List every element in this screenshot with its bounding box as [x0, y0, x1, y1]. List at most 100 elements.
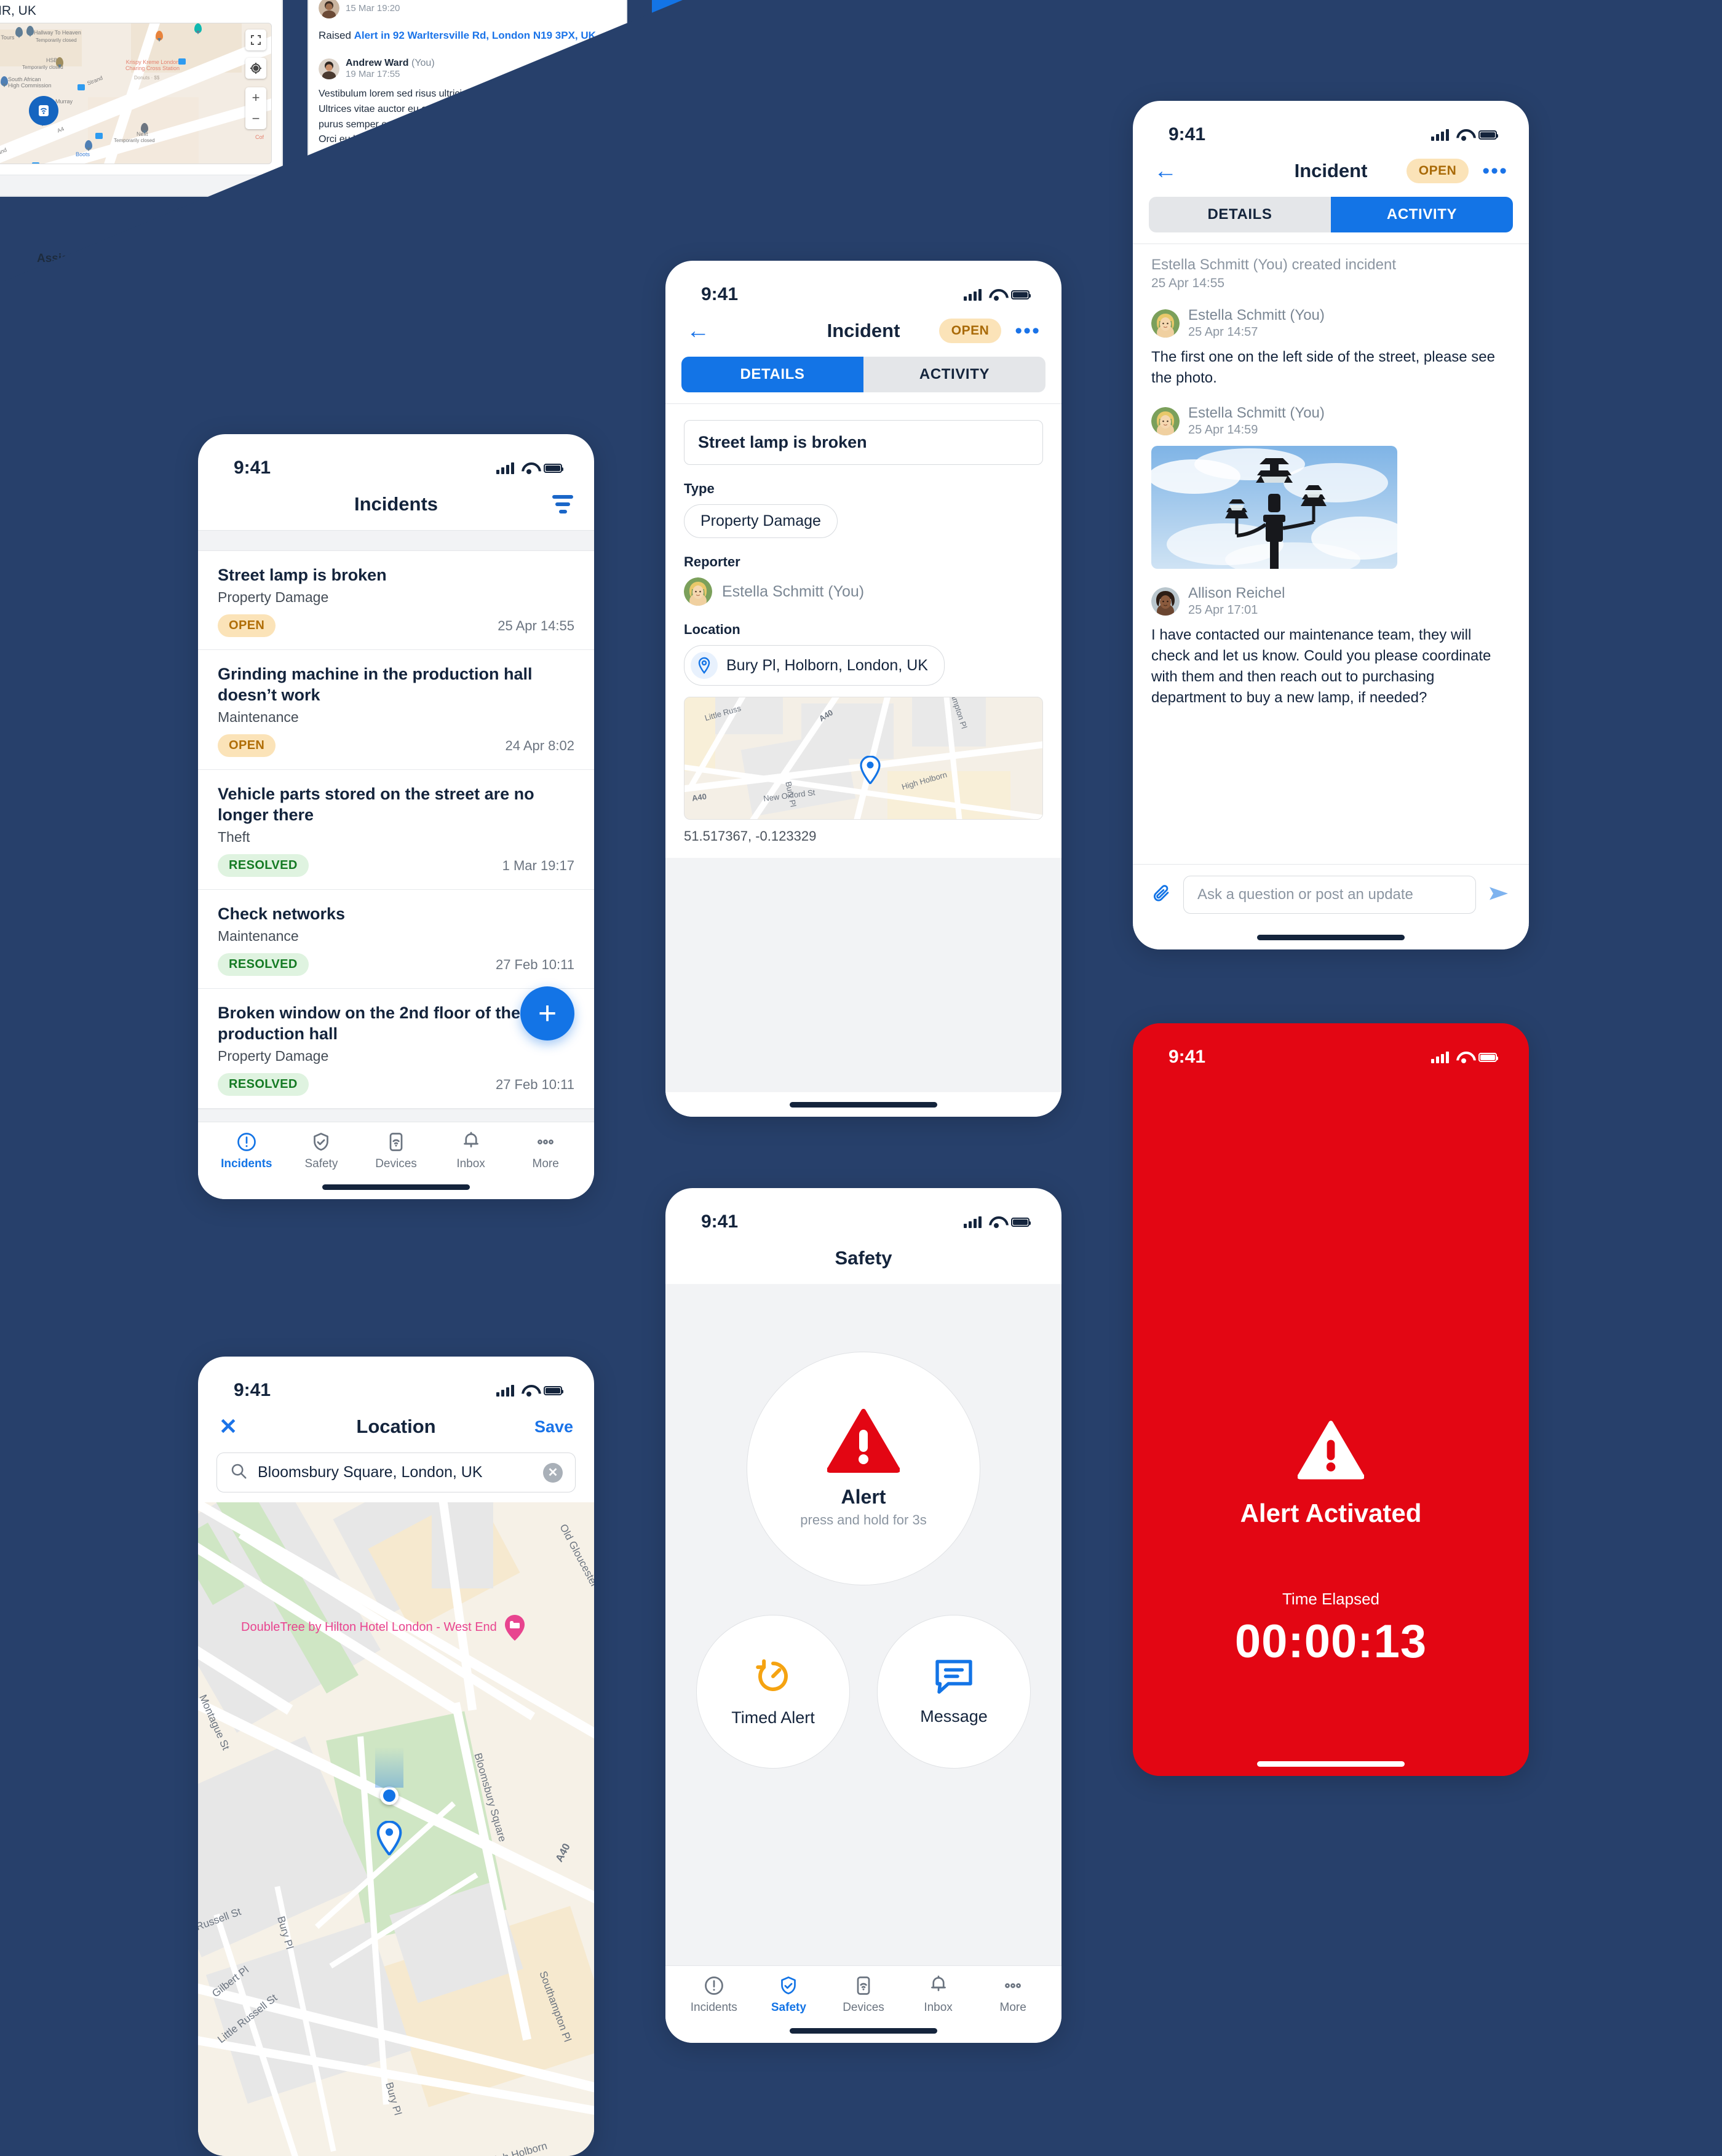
status-time: 9:41	[701, 1211, 739, 1232]
tab-incidents[interactable]: Incidents	[676, 1975, 752, 2015]
reporter-row: Estella Schmitt (You)	[684, 577, 1043, 606]
list-item[interactable]: Grinding machine in the production hall …	[198, 650, 594, 771]
clear-icon[interactable]: ✕	[543, 1462, 563, 1483]
tab-devices[interactable]: Devices	[826, 1975, 901, 2015]
navigation-bar: ✕ Location Save	[198, 1409, 594, 1453]
elapsed-label: Time Elapsed	[1282, 1590, 1379, 1608]
page-title: Incidents	[354, 493, 438, 515]
activity-author: Estella Schmitt (You)	[1188, 307, 1325, 323]
close-icon[interactable]: ✕	[219, 1416, 237, 1438]
hotel-map-pin	[504, 1614, 525, 1641]
detail-empty-area	[665, 858, 1061, 1092]
map-zoom-controls[interactable]: + −	[245, 87, 266, 129]
tab-details[interactable]: DETAILS	[1149, 197, 1331, 232]
poi-label: Boots	[76, 151, 90, 157]
filter-icon[interactable]	[552, 495, 573, 513]
map-poi-label: DoubleTree by Hilton Hotel London - West…	[241, 1620, 497, 1634]
list-item[interactable]: Vehicle parts stored on the street are n…	[198, 770, 594, 890]
paperclip-icon[interactable]	[1151, 883, 1172, 907]
activity-time: 25 Apr 17:01	[1188, 603, 1258, 617]
incident-date: 27 Feb 10:11	[495, 1076, 574, 1092]
incident-title: Check networks	[218, 905, 346, 924]
tab-more[interactable]: More	[975, 1975, 1050, 2015]
cellular-signal-icon	[1431, 1051, 1449, 1063]
status-bar: 9:41	[1133, 1023, 1529, 1076]
location-map[interactable]: DoubleTree by Hilton Hotel London - West…	[198, 1502, 594, 2156]
timed-alert-button[interactable]: Timed Alert	[696, 1615, 850, 1769]
map-zoom-in-button[interactable]: +	[245, 87, 266, 108]
device-map-pin[interactable]	[29, 96, 58, 125]
fragment-minimap[interactable]: rit Movie Tours Hallway To Heaven Tempor…	[0, 23, 272, 164]
tab-incidents[interactable]: Incidents	[209, 1131, 284, 1171]
more-dots-icon[interactable]: •••	[1015, 320, 1041, 341]
comment-composer: Ask a question or post an update	[1133, 864, 1529, 925]
list-item[interactable]: Street lamp is broken Property Damage OP…	[198, 551, 594, 651]
activity-feed[interactable]: Estella Schmitt (You) created incident 2…	[1133, 244, 1529, 864]
location-map-thumbnail[interactable]: Little Russ A40 A40 Bury Pl New Oxford S…	[684, 697, 1043, 820]
tab-safety[interactable]: Safety	[284, 1131, 359, 1171]
status-badge[interactable]: OPEN	[1406, 159, 1469, 183]
system-event-time: 25 Apr 14:55	[1151, 276, 1225, 290]
home-indicator	[1133, 925, 1529, 949]
phone-safety: 9:41 Safety Alert press and hold for 3s	[665, 1188, 1061, 2043]
wifi-icon	[1456, 1052, 1471, 1063]
save-button[interactable]: Save	[534, 1417, 573, 1437]
send-icon[interactable]	[1487, 884, 1510, 906]
avatar	[684, 577, 712, 606]
navigation-bar: ← Incident OPEN •••	[1133, 154, 1529, 197]
thread-entry-time: 19 Mar 17:55	[346, 69, 400, 79]
add-incident-button[interactable]: +	[520, 986, 574, 1040]
phone-incidents-list: 9:41 Incidents Street lamp is broken Pro…	[198, 434, 594, 1199]
wifi-icon	[989, 289, 1004, 301]
tab-activity[interactable]: ACTIVITY	[1331, 197, 1513, 232]
location-heading-cone	[375, 1747, 403, 1788]
selected-location-pin[interactable]	[376, 1820, 402, 1858]
type-value[interactable]: Property Damage	[684, 504, 838, 538]
cellular-signal-icon	[964, 288, 982, 301]
location-search-bar[interactable]: Bloomsbury Square, London, UK ✕	[216, 1453, 576, 1492]
message-button[interactable]: Message	[877, 1615, 1031, 1769]
location-value-chip[interactable]: Bury Pl, Holborn, London, UK	[684, 645, 945, 686]
detail-tabs[interactable]: DETAILS ACTIVITY	[681, 357, 1046, 392]
activity-time: 25 Apr 14:59	[1188, 423, 1258, 437]
tab-devices[interactable]: Devices	[359, 1131, 434, 1171]
map-locate-icon[interactable]	[245, 58, 266, 79]
incidents-list[interactable]: Street lamp is broken Property Damage OP…	[198, 530, 594, 1122]
tab-activity[interactable]: ACTIVITY	[863, 357, 1046, 392]
status-badge: RESOLVED	[218, 854, 309, 878]
poi-label: Donuts · $$	[134, 75, 160, 81]
alert-button[interactable]: Alert press and hold for 3s	[747, 1352, 980, 1585]
cellular-signal-icon	[496, 462, 514, 474]
current-location-dot	[380, 1786, 399, 1805]
detail-tabs[interactable]: DETAILS ACTIVITY	[1149, 197, 1513, 232]
search-input[interactable]: Bloomsbury Square, London, UK	[258, 1464, 533, 1481]
tab-safety[interactable]: Safety	[752, 1975, 827, 2015]
status-bar: 9:41	[198, 1357, 594, 1409]
list-item[interactable]: Check networks Maintenance RESOLVED 27 F…	[198, 890, 594, 989]
back-arrow-icon[interactable]: ←	[686, 319, 710, 343]
tab-details[interactable]: DETAILS	[681, 357, 863, 392]
tab-more[interactable]: More	[508, 1131, 583, 1171]
street-lamp-photo[interactable]	[1151, 446, 1397, 569]
incident-type: Property Damage	[218, 1048, 329, 1064]
map-road-label: Bury Pl	[275, 1914, 296, 1951]
map-pin-icon	[691, 652, 718, 679]
comment-input[interactable]: Ask a question or post an update	[1183, 876, 1476, 914]
tab-inbox[interactable]: Inbox	[434, 1131, 509, 1171]
incident-type: Property Damage	[218, 589, 329, 606]
tab-inbox[interactable]: Inbox	[901, 1975, 976, 2015]
type-label: Type	[684, 481, 715, 496]
thread-raised-link[interactable]: Alert in 92 Warltersville Rd, London N19…	[354, 30, 596, 41]
thread-raised-prefix: Raised	[319, 30, 354, 41]
incident-title: Grinding machine in the production hall …	[218, 665, 533, 705]
more-dots-icon[interactable]: •••	[1482, 161, 1508, 181]
battery-icon	[1478, 130, 1498, 140]
cellular-signal-icon	[1431, 129, 1449, 141]
status-badge[interactable]: OPEN	[938, 319, 1002, 343]
alert-active-title: Alert Activated	[1240, 1499, 1422, 1528]
back-arrow-icon[interactable]: ←	[1154, 159, 1177, 183]
map-zoom-out-button[interactable]: −	[245, 108, 266, 129]
incident-name-field[interactable]: Street lamp is broken	[684, 420, 1043, 465]
home-indicator	[665, 2018, 1061, 2043]
map-expand-icon[interactable]	[245, 30, 266, 50]
